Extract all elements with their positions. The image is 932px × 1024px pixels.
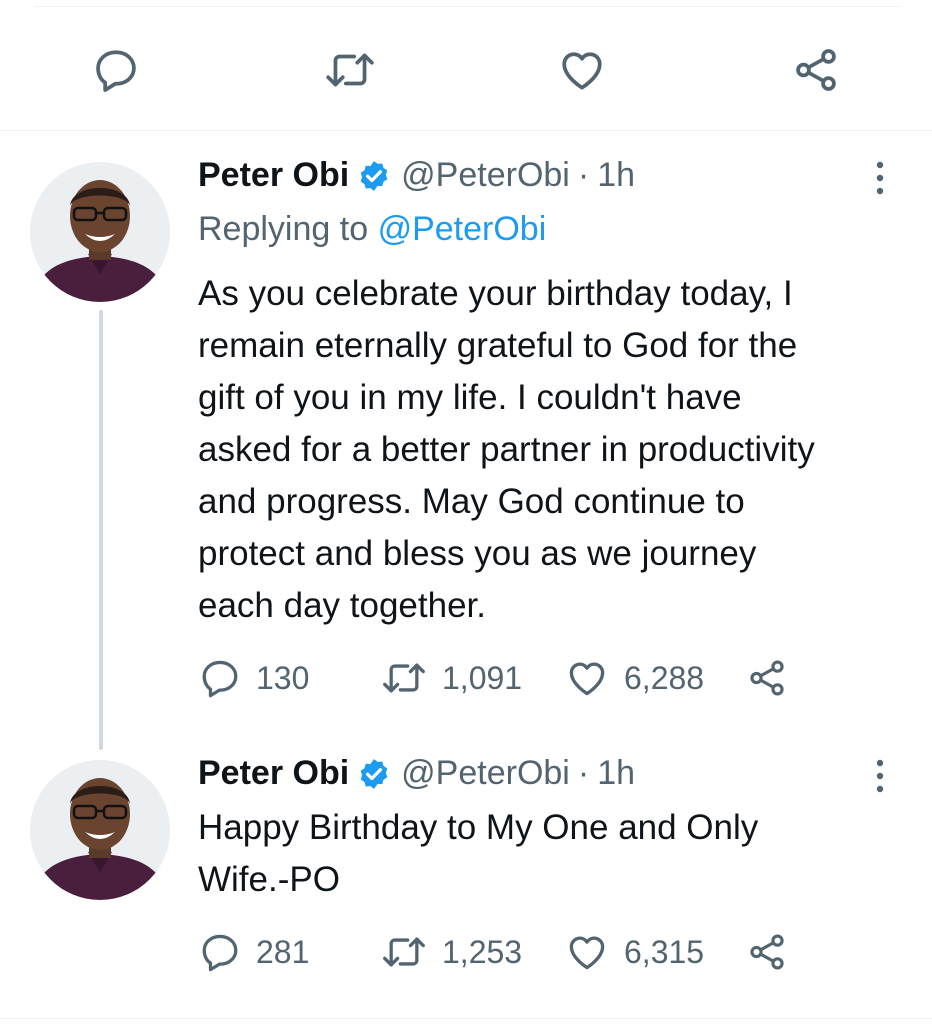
reply-button[interactable]: [86, 40, 146, 100]
retweet-icon: [383, 937, 425, 967]
retweet-icon: [383, 663, 425, 693]
replying-to-line: Replying to @PeterObi: [198, 210, 546, 249]
heart-icon: [569, 662, 605, 696]
retweet-button[interactable]: [320, 40, 380, 100]
avatar[interactable]: [30, 162, 170, 302]
replying-to-handle[interactable]: @PeterObi: [378, 210, 547, 248]
more-options-button[interactable]: [870, 158, 890, 198]
share-icon: [750, 660, 784, 696]
tweet-stats-bar: 281 1,253 6,315: [198, 930, 898, 974]
profile-photo: [30, 162, 170, 302]
reply-button[interactable]: 281: [198, 930, 309, 974]
like-button[interactable]: [552, 40, 612, 100]
separator-dot: ·: [577, 754, 590, 792]
like-button[interactable]: 6,288: [564, 656, 704, 700]
verified-badge-icon: [357, 159, 391, 193]
reply-icon: [202, 934, 238, 972]
retweet-count: 1,253: [442, 933, 523, 970]
share-icon: [796, 49, 836, 91]
heart-icon: [562, 52, 602, 90]
parent-tweet-action-bar: [0, 40, 932, 100]
share-button[interactable]: [786, 40, 846, 100]
like-count: 6,315: [624, 933, 705, 970]
reply-count: 281: [256, 933, 310, 970]
author-handle[interactable]: @PeterObi: [401, 156, 570, 195]
separator-dot: ·: [577, 156, 590, 194]
author-name[interactable]: Peter Obi: [198, 156, 349, 195]
author-name[interactable]: Peter Obi: [198, 754, 349, 793]
share-icon: [750, 934, 784, 970]
share-button[interactable]: [746, 656, 788, 700]
tweet-timestamp[interactable]: 1h: [597, 754, 635, 793]
more-options-button[interactable]: [870, 756, 890, 796]
reply-button[interactable]: 130: [198, 656, 309, 700]
profile-photo: [30, 760, 170, 900]
retweet-button[interactable]: 1,091: [380, 656, 522, 700]
heart-icon: [569, 936, 605, 970]
bottom-divider: [0, 1018, 932, 1019]
tweet-header: Peter Obi @PeterObi · 1h: [198, 754, 635, 793]
avatar[interactable]: [30, 760, 170, 900]
replying-to-label: Replying to: [198, 210, 369, 248]
reply-icon: [202, 660, 238, 698]
reply-count: 130: [256, 659, 310, 696]
retweet-button[interactable]: 1,253: [380, 930, 522, 974]
verified-badge-icon: [357, 757, 391, 791]
author-handle[interactable]: @PeterObi: [401, 754, 570, 793]
tweet-stats-bar: 130 1,091 6,288: [198, 656, 898, 700]
thread-line: [99, 310, 103, 750]
more-vertical-icon: [876, 161, 884, 195]
section-divider: [0, 130, 932, 131]
share-button[interactable]: [746, 930, 788, 974]
retweet-icon: [326, 53, 374, 87]
tweet-header: Peter Obi @PeterObi · 1h: [198, 156, 635, 195]
like-count: 6,288: [624, 659, 705, 696]
like-button[interactable]: 6,315: [564, 930, 704, 974]
tweet-text: Happy Birthday to My One and Only Wife.-…: [198, 808, 759, 899]
more-vertical-icon: [876, 759, 884, 793]
reply-icon: [96, 50, 136, 92]
top-divider: [34, 6, 900, 7]
retweet-count: 1,091: [442, 659, 523, 696]
tweet-text: As you celebrate your birthday today, I …: [198, 274, 815, 625]
tweet-timestamp[interactable]: 1h: [597, 156, 635, 195]
